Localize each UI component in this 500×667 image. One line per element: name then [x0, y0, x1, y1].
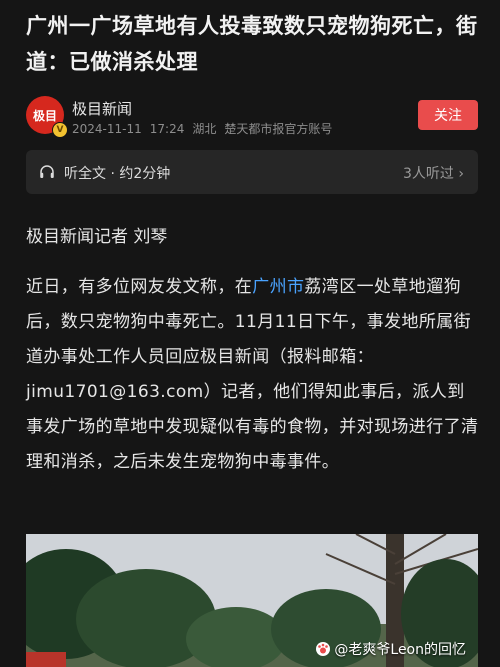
paragraph-text-rest: 荔湾区一处草地遛狗后，数只宠物狗中毒死亡。11月11日下午，事发地所属街道办事处…: [26, 277, 479, 472]
location: 湖北: [192, 122, 217, 136]
publish-date: 2024-11-11: [72, 122, 142, 136]
headphones-icon: [40, 165, 54, 178]
source-name[interactable]: 极目新闻: [72, 98, 132, 119]
listen-full-text-bar[interactable]: 听全文 · 约2分钟 3人听过 ›: [26, 150, 478, 194]
v-badge-icon: V: [52, 122, 68, 138]
account-description: 楚天都市报官方账号: [224, 122, 333, 136]
city-link[interactable]: 广州市: [252, 277, 304, 297]
listener-count-text: 3人听过: [403, 166, 454, 182]
article-paragraph: 近日，有多位网友发文称，在广州市荔湾区一处草地遛狗后，数只宠物狗中毒死亡。11月…: [26, 270, 480, 480]
listener-count: 3人听过 ›: [403, 163, 464, 183]
article-meta: 2024-11-11 17:24 湖北 楚天都市报官方账号: [72, 120, 340, 137]
watermark: @老爽爷Leon的回忆: [315, 639, 466, 659]
paragraph-text-start: 近日，有多位网友发文称，在: [26, 277, 253, 297]
chevron-right-icon: ›: [458, 166, 464, 182]
paw-logo-icon: [316, 642, 331, 656]
reporter-byline: 极目新闻记者 刘琴: [26, 227, 168, 247]
watermark-text: @老爽爷Leon的回忆: [334, 642, 466, 658]
author-bar: 极目 V 极目新闻 2024-11-11 17:24 湖北 楚天都市报官方账号 关注: [26, 96, 478, 140]
follow-button[interactable]: 关注: [418, 100, 478, 130]
article-title: 广州一广场草地有人投毒致数只宠物狗死亡，街道：已做消杀处理: [26, 14, 478, 74]
article-photo[interactable]: @老爽爷Leon的回忆: [26, 534, 478, 667]
publish-time: 17:24: [149, 122, 185, 136]
listen-label: 听全文 · 约2分钟: [64, 166, 171, 182]
